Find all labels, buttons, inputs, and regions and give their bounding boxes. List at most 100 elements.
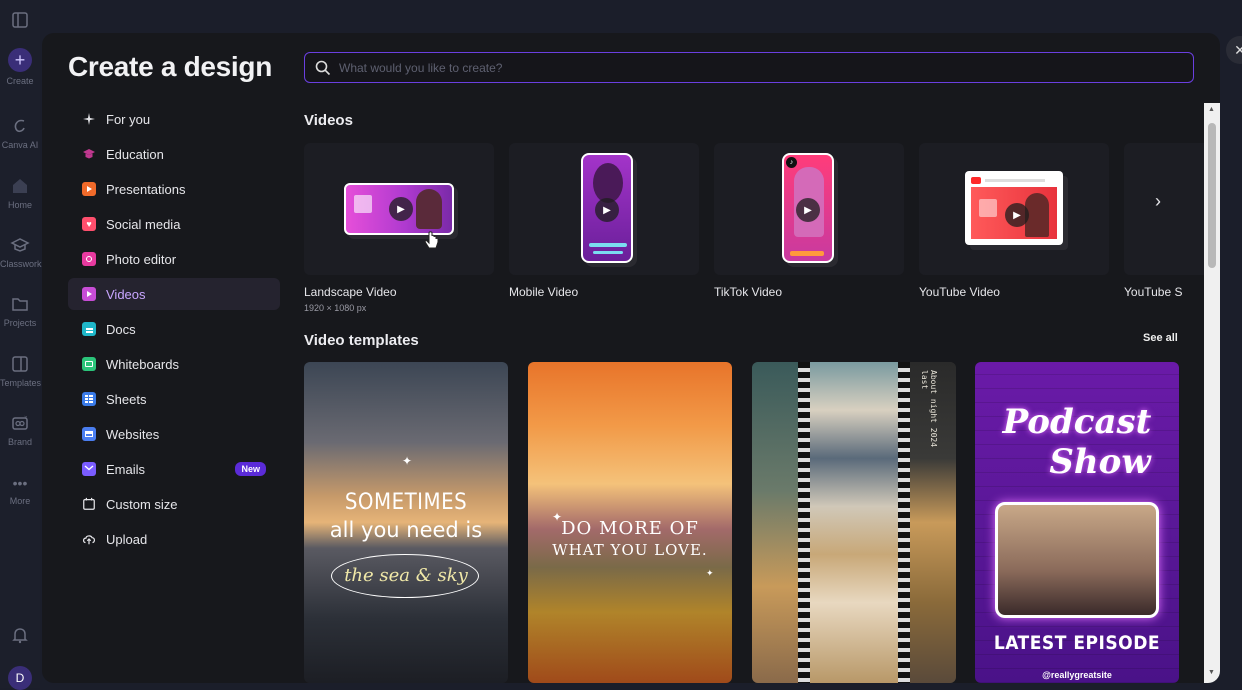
template-card-film-strip[interactable]: About night 2024 last (752, 362, 956, 683)
sidebar-item-photo-editor[interactable]: Photo editor (68, 243, 280, 275)
search-icon (315, 60, 331, 75)
sidebar-item-docs[interactable]: Docs (68, 313, 280, 345)
rail-canva-ai-label: Canva AI (1, 140, 39, 150)
sidebar-item-presentations[interactable]: Presentations (68, 173, 280, 205)
scrollbar-thumb[interactable] (1208, 123, 1216, 268)
youtube-icon (971, 177, 981, 184)
sparkle-icon: ✦ (706, 568, 714, 578)
video-card-mobile[interactable]: ▶ Mobile Video (509, 143, 699, 299)
search-input[interactable] (339, 60, 1139, 75)
canva-ai-icon (14, 119, 25, 133)
sidebar-item-label: Docs (106, 321, 136, 337)
rail-brand-label: Brand (7, 437, 33, 447)
scroll-down-arrow-icon[interactable]: ▼ (1208, 669, 1215, 676)
sidebar-item-custom-size[interactable]: Custom size (68, 488, 280, 520)
scroll-up-arrow-icon[interactable]: ▲ (1208, 106, 1215, 113)
modal-scrollbar[interactable]: ▲ ▼ (1204, 103, 1220, 683)
template-text-line1: SOMETIMES (344, 490, 468, 515)
sidebar-item-videos[interactable]: Videos (68, 278, 280, 310)
video-templates-section-title: Video templates (304, 332, 419, 349)
brand-icon (12, 415, 28, 430)
rail-home[interactable]: Home (0, 176, 40, 210)
video-card-thumbnail: ▶ (919, 143, 1109, 275)
template-text-line1: DO MORE OF (561, 518, 699, 539)
sparkle-icon: ✦ (402, 454, 413, 468)
rail-projects[interactable]: Projects (0, 294, 40, 328)
close-modal-button[interactable]: ✕ (1226, 36, 1242, 64)
crop-icon (82, 497, 96, 511)
create-design-modal: Create a design For you Education Presen… (42, 33, 1220, 683)
sidebar-item-label: Whiteboards (106, 356, 179, 372)
template-text-line3: the sea & sky (344, 565, 468, 586)
video-card-label: TikTok Video (714, 285, 783, 299)
graduation-cap-icon (10, 238, 30, 252)
template-text-line3: LATEST EPISODE (993, 632, 1161, 654)
video-card-label: Landscape Video (304, 285, 397, 299)
sparkle-icon (82, 112, 96, 126)
template-text-line1: Podcast (1002, 402, 1152, 442)
template-card-sea-sky[interactable]: ✦ SOMETIMES all you need is the sea & sk… (304, 362, 508, 683)
tiktok-icon: ♪ (786, 157, 797, 168)
rail-classwork[interactable]: Classwork (0, 235, 42, 269)
video-card-youtube[interactable]: ▶ YouTube Video (919, 143, 1109, 299)
doc-icon (82, 322, 96, 336)
video-card-tiktok[interactable]: ♪ ▶ TikTok Video (714, 143, 904, 299)
more-icon: ••• (12, 475, 28, 491)
template-text-line2: Show (1049, 442, 1151, 482)
play-icon: ▶ (595, 198, 619, 222)
video-card-landscape[interactable]: ▶ Landscape Video 1920 × 1080 px (304, 143, 494, 313)
template-handle: @reallygreatsite (1042, 670, 1112, 680)
avatar[interactable]: D (8, 666, 32, 690)
video-card-thumbnail: ▶ (509, 143, 699, 275)
new-badge: New (235, 462, 266, 476)
sidebar-item-upload[interactable]: Upload (68, 523, 280, 555)
rail-more[interactable]: ••• More (0, 476, 40, 506)
play-icon: ▶ (389, 197, 413, 221)
notifications-bell-icon[interactable] (0, 625, 40, 649)
video-card-thumbnail: ♪ ▶ (714, 143, 904, 275)
templates-icon (12, 356, 28, 372)
rail-more-label: More (9, 496, 31, 506)
search-box[interactable] (304, 52, 1194, 83)
video-play-icon (82, 287, 96, 301)
carousel-next-chevron-icon[interactable]: › (1155, 191, 1161, 212)
sidebar-item-for-you[interactable]: For you (68, 103, 280, 135)
sidebar-item-label: Upload (106, 531, 148, 547)
category-sidebar: For you Education Presentations ♥ Social… (68, 103, 280, 558)
sidebar-item-label: Custom size (106, 496, 178, 512)
rail-projects-label: Projects (3, 318, 37, 328)
video-card-youtube-shorts[interactable]: YouTube S (1124, 143, 1204, 299)
sidebar-item-emails[interactable]: Emails New (68, 453, 280, 485)
sidebar-item-whiteboards[interactable]: Whiteboards (68, 348, 280, 380)
rail-brand[interactable]: Brand (0, 413, 40, 447)
rail-templates-label: Templates (0, 378, 42, 388)
sidebar-item-label: Presentations (106, 181, 186, 197)
cloud-upload-icon (82, 532, 96, 546)
rail-create[interactable]: + Create (0, 48, 40, 86)
rail-create-label: Create (6, 76, 34, 86)
video-format-carousel: ▶ Landscape Video 1920 × 1080 px ▶ Mobil… (304, 143, 1204, 323)
toggle-sidebar-icon[interactable] (0, 10, 40, 34)
sidebar-item-sheets[interactable]: Sheets (68, 383, 280, 415)
sidebar-item-education[interactable]: Education (68, 138, 280, 170)
sidebar-item-label: Sheets (106, 391, 147, 407)
play-icon: ▶ (796, 198, 820, 222)
rail-canva-ai[interactable]: Canva AI (0, 116, 40, 150)
modal-title: Create a design (68, 51, 273, 82)
podcast-photo-frame (995, 502, 1159, 618)
heart-icon: ♥ (82, 217, 96, 231)
sidebar-item-social-media[interactable]: ♥ Social media (68, 208, 280, 240)
rail-classwork-label: Classwork (0, 259, 42, 269)
app-rail: + Create Canva AI Home Classwork Project… (0, 0, 42, 690)
see-all-link[interactable]: See all (1143, 332, 1178, 344)
template-card-do-more[interactable]: ✦ DO MORE OF WHAT YOU LOVE. ✦ (528, 362, 732, 683)
template-card-podcast[interactable]: Podcast Show LATEST EPISODE @reallygreat… (975, 362, 1179, 683)
graduation-cap-icon (82, 147, 96, 161)
rail-home-label: Home (7, 200, 32, 210)
video-card-label: YouTube S (1124, 285, 1183, 299)
whiteboard-icon (82, 357, 96, 371)
rail-templates[interactable]: Templates (0, 354, 42, 388)
hand-cursor-icon (424, 231, 439, 249)
camera-icon (82, 252, 96, 266)
sidebar-item-websites[interactable]: Websites (68, 418, 280, 450)
